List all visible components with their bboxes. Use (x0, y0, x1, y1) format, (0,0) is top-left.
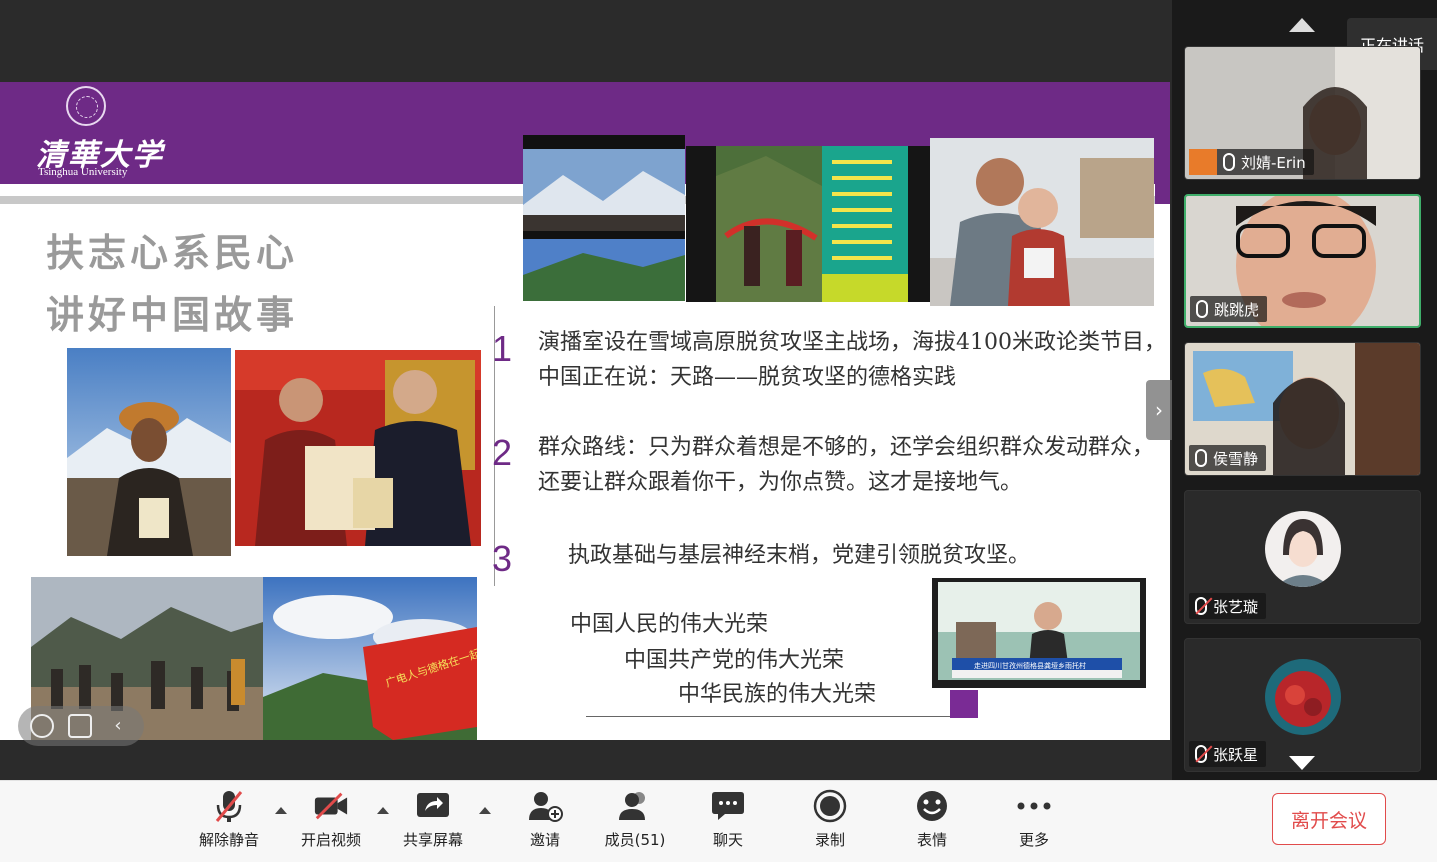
participant-tile-tiaotiaohu[interactable]: 跳跳虎 (1184, 194, 1421, 328)
scroll-up-arrow-icon[interactable] (1289, 18, 1315, 32)
screen-share-area: 清華大学 Tsinghua University 扶志心系民心 讲好中国故事 广… (0, 0, 1172, 780)
add-user-icon (527, 789, 563, 823)
mic-icon (1195, 449, 1207, 467)
unmute-button[interactable]: 解除静音 (184, 789, 274, 855)
invite-label: 邀请 (529, 831, 560, 849)
participant-name: 张跃星 (1213, 745, 1259, 764)
participant-name: 张艺璇 (1213, 597, 1259, 616)
photo-tv-news: 走进四川甘孜州德格县龚垭乡雨托村 (932, 578, 1146, 688)
leave-meeting-button[interactable]: 离开会议 (1272, 793, 1386, 845)
more-dots-icon (1016, 789, 1052, 823)
camera-off-icon (313, 789, 349, 823)
unmute-label: 解除静音 (198, 831, 259, 849)
participant-tile-liu[interactable]: 刘婧-Erin (1184, 46, 1421, 180)
slide-title-line-1: 扶志心系民心 (46, 230, 299, 275)
members-label: 成员(51) (604, 831, 666, 849)
chat-bubble-icon[interactable] (68, 714, 92, 738)
presentation-slide: 清華大学 Tsinghua University 扶志心系民心 讲好中国故事 广… (0, 82, 1170, 740)
mic-muted-icon (1195, 597, 1207, 615)
share-screen-icon (415, 789, 451, 823)
photo-tibetan-man (67, 348, 231, 556)
decorative-square (950, 690, 978, 718)
photo-stage-credits (686, 146, 936, 302)
start-video-button[interactable]: 开启视频 (286, 789, 376, 855)
next-slide-button[interactable]: › (1146, 380, 1172, 440)
participant-name: 跳跳虎 (1214, 300, 1260, 319)
participant-name: 侯雪静 (1213, 449, 1259, 468)
smiley-icon (914, 789, 950, 823)
start-video-label: 开启视频 (300, 831, 361, 849)
participant-label: 张艺璇 (1189, 593, 1267, 619)
reactions-button[interactable]: 表情 (887, 789, 977, 855)
point-3-number: 3 (492, 538, 513, 579)
meeting-window: 清華大学 Tsinghua University 扶志心系民心 讲好中国故事 广… (0, 0, 1437, 862)
scroll-down-arrow-icon[interactable] (1289, 756, 1315, 770)
point-1-number: 1 (492, 328, 513, 369)
share-screen-label: 共享屏幕 (402, 831, 463, 849)
slogan-line-3: 中华民族的伟大光荣 (678, 682, 877, 707)
slogan-line-1: 中国人民的伟大光荣 (570, 612, 769, 637)
more-label: 更多 (1018, 831, 1049, 849)
avatar (1265, 659, 1341, 735)
meeting-toolbar: 解除静音 开启视频 共享屏幕 邀请 成员(51) 聊天 录制 表情 更多 离开会… (0, 780, 1437, 862)
photo-red-flag: 广电人与德格在一起 (263, 577, 477, 740)
mic-icon (1196, 300, 1208, 318)
participant-tile-hou[interactable]: 侯雪静 (1184, 342, 1421, 476)
record-label: 录制 (814, 831, 845, 849)
floating-annotation-bar: ‹ (18, 706, 144, 746)
slide-title-line-2: 讲好中国故事 (46, 292, 299, 337)
point-3-text: 执政基础与基层神经末梢，党建引领脱贫攻坚。 (568, 543, 1031, 568)
reactions-label: 表情 (916, 831, 947, 849)
participant-label: 刘婧-Erin (1189, 149, 1314, 175)
user-icon (1189, 149, 1217, 175)
chat-button[interactable]: 聊天 (683, 789, 773, 855)
invite-button[interactable]: 邀请 (500, 789, 590, 855)
photo-mother-child (930, 138, 1154, 306)
participant-label: 张跃星 (1189, 741, 1267, 767)
slogan-line-2: 中国共产党的伟大光荣 (624, 648, 845, 673)
emoji-icon[interactable] (30, 714, 54, 738)
chat-label: 聊天 (712, 831, 743, 849)
point-2-text: 群众路线：只为群众着想是不够的，还学会组织群众发动群众，还要让群众跟着你干，为你… (538, 435, 1155, 495)
avatar (1265, 511, 1341, 587)
more-button[interactable]: 更多 (989, 789, 1079, 855)
participant-label: 侯雪静 (1189, 445, 1267, 471)
point-2-number: 2 (492, 432, 513, 473)
tv-caption: 走进四川甘孜州德格县龚垭乡雨托村 (974, 661, 1086, 670)
share-screen-button[interactable]: 共享屏幕 (388, 789, 478, 855)
record-icon (812, 789, 848, 823)
chat-icon (710, 789, 746, 823)
members-icon (617, 789, 653, 823)
share-options-caret-icon[interactable] (479, 807, 491, 814)
participant-label: 跳跳虎 (1190, 296, 1268, 322)
logo-english-text: Tsinghua University (38, 166, 128, 178)
slogan-underline (586, 716, 956, 717)
participant-name: 刘婧-Erin (1241, 153, 1306, 172)
point-1-text: 演播室设在雪域高原脱贫攻坚主战场，海拔4100米政论类节目，中国正在说：天路——… (538, 330, 1166, 390)
participant-tile-zhang-yuexing[interactable]: 张跃星 (1184, 638, 1421, 772)
mic-muted-icon (1195, 745, 1207, 763)
mic-icon (1223, 153, 1235, 171)
mic-muted-icon (211, 789, 247, 823)
members-button[interactable]: 成员(51) (590, 789, 680, 855)
tsinghua-emblem-icon (66, 86, 106, 126)
header-accent (1155, 184, 1170, 204)
record-button[interactable]: 录制 (785, 789, 875, 855)
collapse-arrow-icon[interactable]: ‹ (106, 714, 130, 738)
photo-studio-mountains (523, 135, 685, 301)
participant-tile-zhang-yixuan[interactable]: 张艺璇 (1184, 490, 1421, 624)
photo-monk-certificate (235, 350, 481, 546)
